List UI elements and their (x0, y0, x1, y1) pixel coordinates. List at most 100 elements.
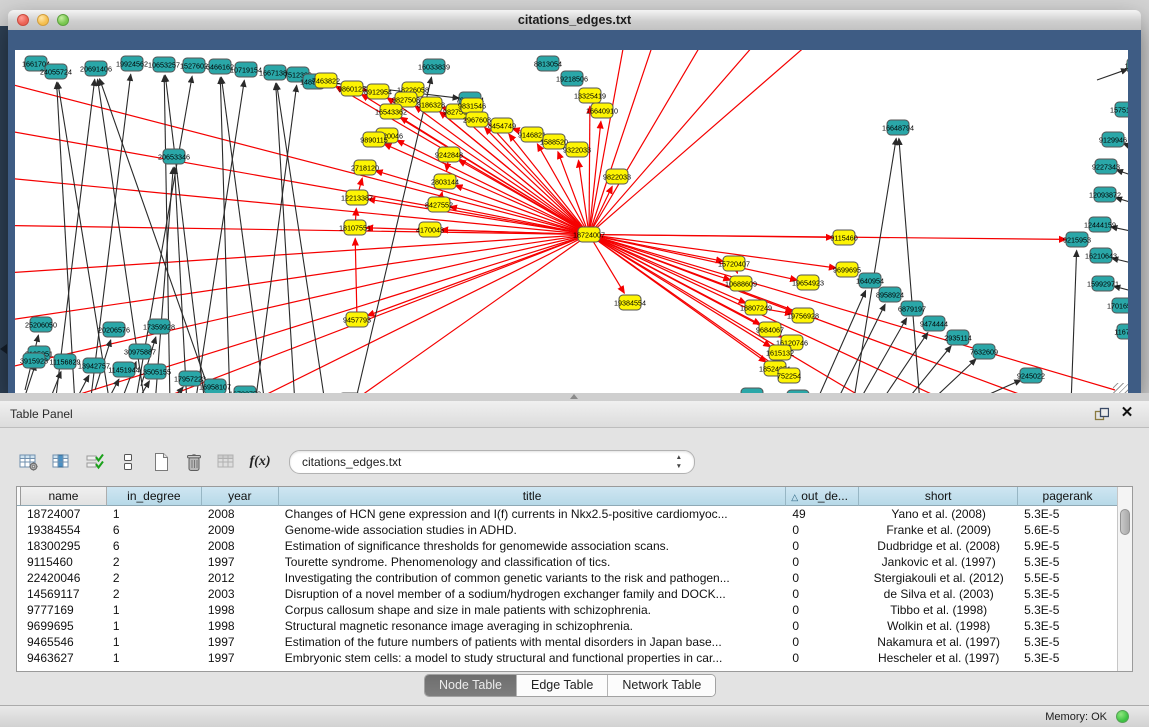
table-row[interactable]: 969969511998Structural magnetic resonanc… (17, 618, 1118, 634)
table-row[interactable]: 977716911998Corpus callosum shape and si… (17, 602, 1118, 618)
graph-node[interactable]: 12213387 (341, 190, 373, 205)
graph-node[interactable]: 9242848 (435, 147, 463, 162)
graph-node[interactable]: 9684067 (756, 322, 784, 337)
select-rows-icon[interactable] (84, 450, 106, 474)
graph-node[interactable]: 9245022 (1017, 368, 1045, 383)
graph-node[interactable]: 20206576 (98, 322, 130, 337)
graph-node[interactable]: 12444159 (1084, 217, 1116, 232)
graph-node[interactable]: 1527602 (180, 58, 208, 73)
import-table-icon[interactable] (216, 450, 238, 474)
graph-node[interactable]: 1640954 (856, 273, 884, 288)
delete-trash-icon[interactable] (183, 450, 205, 474)
function-builder-icon[interactable]: f(x) (249, 450, 271, 474)
column-header-short[interactable]: short (859, 487, 1018, 506)
graph-node[interactable]: 9699695 (833, 262, 861, 277)
table-settings-icon[interactable] (18, 450, 40, 474)
graph-node[interactable]: 9474444 (920, 316, 948, 331)
graph-node[interactable]: 9215953 (1063, 232, 1091, 247)
graph-node[interactable]: 1167533 (1114, 324, 1128, 339)
close-panel-icon[interactable]: ✕ (1119, 404, 1135, 422)
graph-node[interactable]: 18107551 (339, 220, 371, 235)
graph-node[interactable]: 9129946 (1099, 132, 1127, 147)
table-row[interactable]: 1830029562008Estimation of significance … (17, 538, 1118, 554)
table-row[interactable]: 911546021997Tourette syndrome. Phenomeno… (17, 554, 1118, 570)
new-document-icon[interactable] (150, 450, 172, 474)
graph-node[interactable]: 15751074 (1110, 102, 1128, 117)
table-row[interactable]: 2242004622012Investigating the contribut… (17, 570, 1118, 586)
graph-node[interactable]: 19384554 (614, 295, 646, 310)
graph-node[interactable]: 13325419 (574, 88, 606, 103)
scrollbar-thumb[interactable] (1120, 509, 1130, 535)
tab-network-table[interactable]: Network Table (608, 675, 715, 696)
float-panel-icon[interactable] (1093, 406, 1109, 422)
column-header-year[interactable]: year (202, 487, 279, 506)
graph-node[interactable]: 8912954 (364, 84, 392, 99)
graph-node[interactable]: 10653257 (148, 57, 180, 72)
graph-node[interactable]: 9860123 (338, 81, 366, 96)
table-row[interactable]: 1456911722003Disruption of a novel membe… (17, 586, 1118, 602)
network-canvas[interactable]: 1661704 24055724 20691406 19924562 10653… (15, 50, 1128, 398)
graph-node[interactable]: 9831546 (458, 98, 486, 113)
graph-node[interactable]: 9457793 (343, 312, 371, 327)
horizontal-splitter[interactable] (0, 393, 1149, 401)
column-header-out-de-[interactable]: △out_de... (786, 487, 859, 506)
table-row[interactable]: 1872400712008Changes of HCN gene express… (17, 506, 1118, 522)
tab-node-table[interactable]: Node Table (425, 675, 517, 696)
graph-node[interactable]: 6879197 (898, 301, 926, 316)
table-row[interactable]: 1938455462009Genome-wide association stu… (17, 522, 1118, 538)
tab-edge-table[interactable]: Edge Table (517, 675, 608, 696)
graph-node[interactable]: 752254 (777, 368, 801, 383)
graph-node[interactable]: 8813054 (534, 56, 562, 71)
graph-node[interactable]: 7632609 (970, 344, 998, 359)
graph-node[interactable]: 1615132 (766, 345, 794, 360)
window-titlebar[interactable]: citations_edges.txt (8, 10, 1141, 31)
graph-node[interactable]: 11156829 (50, 354, 81, 369)
graph-node[interactable]: 12093872 (1089, 187, 1121, 202)
vertical-scrollbar[interactable] (1117, 487, 1132, 671)
column-header-title[interactable]: title (279, 487, 787, 506)
graph-node[interactable]: 10719154 (230, 62, 262, 77)
column-header-name[interactable]: name (21, 487, 107, 506)
graph-node[interactable]: 13942757 (78, 358, 110, 373)
graph-node[interactable]: 9115460 (830, 230, 857, 245)
graph-node[interactable]: 9227343 (1092, 159, 1120, 174)
splitter-grip-icon[interactable] (570, 394, 578, 399)
column-header-pagerank[interactable]: pagerank (1018, 487, 1118, 506)
table-selector-dropdown[interactable]: citations_edges.txt ▲▼ (289, 450, 695, 474)
citation-network-graph[interactable]: 1661704 24055724 20691406 19924562 10653… (15, 50, 1128, 398)
graph-node[interactable]: 9822033 (603, 169, 631, 184)
graph-node[interactable]: 2803144 (431, 174, 459, 189)
graph-node[interactable]: 30975887 (124, 344, 156, 359)
graph-node[interactable]: 9322033 (563, 142, 591, 157)
column-header-in-degree[interactable]: in_degree (107, 487, 202, 506)
graph-node[interactable]: 8958924 (876, 287, 904, 302)
table-row[interactable]: 946362711997Embryonic stem cells: a mode… (17, 650, 1118, 666)
graph-node[interactable]: 25206050 (25, 317, 57, 332)
graph-node[interactable]: 19654923 (792, 275, 824, 290)
show-columns-icon[interactable] (51, 450, 73, 474)
graph-node[interactable]: 10688609 (725, 276, 757, 291)
graph-node[interactable]: 20691406 (80, 61, 112, 76)
graph-node[interactable]: 2935114 (944, 330, 971, 345)
graph-node[interactable]: 8186328 (417, 97, 445, 112)
table-mode-icon[interactable] (117, 450, 139, 474)
graph-node[interactable]: 15992971 (1087, 276, 1119, 291)
graph-node[interactable]: 8454749 (488, 118, 516, 133)
memory-ok-indicator-icon[interactable] (1116, 710, 1129, 723)
graph-node[interactable]: 16648794 (882, 120, 914, 135)
graph-node[interactable]: 2718120 (351, 160, 379, 175)
graph-node[interactable]: 2967608 (463, 112, 491, 127)
graph-node[interactable]: 8427552 (425, 197, 453, 212)
graph-node[interactable]: 3915923 (20, 353, 48, 368)
table-row[interactable]: 946554611997Estimation of the future num… (17, 634, 1118, 650)
graph-node[interactable]: 16210643 (1085, 248, 1117, 263)
graph-node[interactable]: 4170043 (416, 222, 444, 237)
graph-node[interactable]: 20653346 (158, 149, 190, 164)
graph-node[interactable]: 9890115 (360, 132, 387, 147)
graph-node[interactable]: 7463822 (312, 73, 340, 88)
graph-node[interactable]: 1117645 (1125, 58, 1128, 73)
graph-node[interactable]: 19924562 (116, 56, 148, 71)
graph-node[interactable]: 11451944 (108, 362, 139, 377)
collapse-panel-arrow-icon[interactable] (0, 344, 7, 354)
graph-node[interactable]: 16033839 (418, 59, 450, 74)
